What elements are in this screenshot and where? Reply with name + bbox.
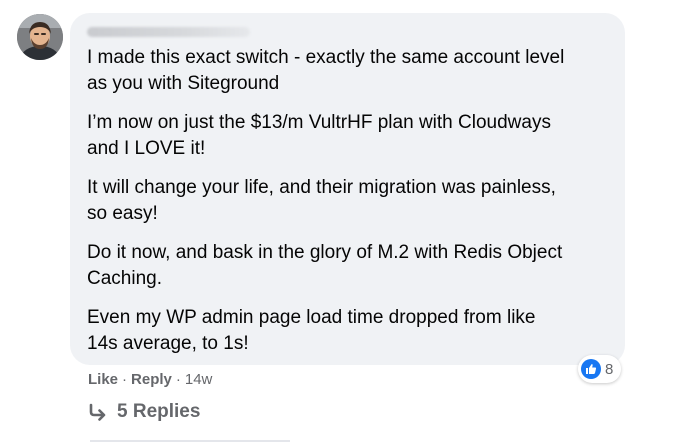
replies-label: 5 Replies <box>117 401 201 422</box>
separator-dot: · <box>175 371 181 388</box>
reply-arrow-icon <box>89 403 106 421</box>
avatar[interactable] <box>17 14 63 60</box>
like-button[interactable]: Like <box>88 371 118 388</box>
comment-actions: Like · Reply · 14w <box>88 371 212 388</box>
avatar-photo <box>17 14 63 60</box>
reaction-summary[interactable]: 8 <box>578 355 622 383</box>
comment-paragraph: Even my WP admin page load time dropped … <box>87 307 536 354</box>
comment-paragraph: I made this exact switch - exactly the s… <box>87 47 565 94</box>
comment-bubble: I made this exact switch - exactly the s… <box>70 13 625 365</box>
reaction-count: 8 <box>605 360 614 378</box>
comment-paragraph: I’m now on just the $13/m VultrHF plan w… <box>87 112 551 159</box>
reply-button[interactable]: Reply <box>131 371 172 388</box>
view-replies-button[interactable]: 5 Replies <box>88 401 200 423</box>
timestamp[interactable]: 14w <box>185 371 213 388</box>
comment-paragraph: Do it now, and bask in the glory of M.2 … <box>87 242 563 289</box>
separator-dot: · <box>122 371 128 388</box>
author-name-redacted[interactable] <box>87 27 250 37</box>
comment-paragraph: It will change your life, and their migr… <box>87 177 556 224</box>
divider <box>90 440 290 442</box>
like-thumb-icon <box>581 359 601 379</box>
